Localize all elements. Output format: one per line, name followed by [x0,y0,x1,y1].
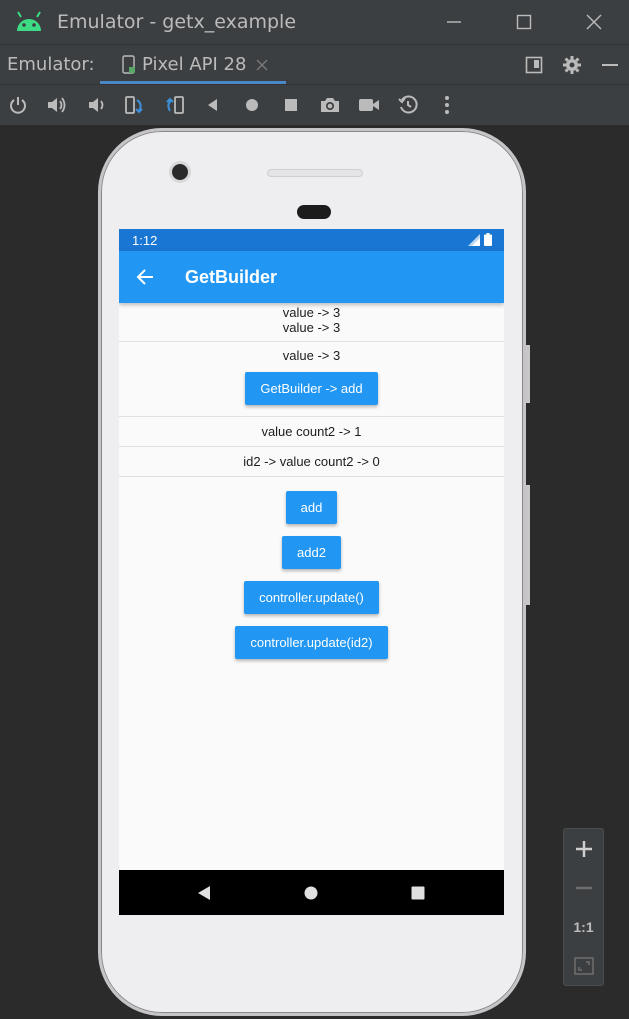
more-icon [444,96,449,114]
page-content: value -> 3 value -> 3 value -> 3 GetBuil… [119,303,504,671]
back-icon [207,99,217,111]
plus-icon [575,840,592,857]
rotate-left-button[interactable] [115,85,154,125]
button-column: add add2 controller.update() controller.… [119,477,504,671]
emulator-label: Emulator: [7,54,95,75]
record-button[interactable] [349,85,388,125]
gear-icon [563,55,581,74]
emulator-tabs-bar: Emulator: Pixel API 28 [0,44,629,84]
hide-panel-button[interactable] [591,45,629,84]
power-icon [9,97,26,114]
nav-overview-icon [411,886,425,900]
status-time: 1:12 [132,232,158,248]
volume-down-button[interactable] [76,85,115,125]
earpiece [297,205,331,219]
rotate-right-button[interactable] [154,85,193,125]
maximize-button[interactable] [489,0,559,44]
app-back-button[interactable] [119,251,173,303]
volume-side-button[interactable] [526,345,530,403]
close-icon [586,14,602,30]
minus-icon [575,886,592,889]
zoom-actual-size-button[interactable]: 1:1 [564,907,603,946]
back-button[interactable] [193,85,232,125]
add-button[interactable]: add [285,491,338,524]
zoom-fit-button[interactable] [564,946,603,985]
window-title: Emulator - getx_example [57,11,297,33]
app-title: GetBuilder [185,266,278,287]
overview-icon [284,99,297,111]
rotate-left-icon [124,96,143,114]
add2-button[interactable]: add2 [282,536,341,569]
app-bar: GetBuilder [119,251,504,303]
window-mode-button[interactable] [515,45,553,84]
window-titlebar: Emulator - getx_example [0,0,629,44]
signal-icon [468,233,480,246]
android-icon [14,9,44,35]
minimize-button[interactable] [419,0,489,44]
zoom-in-button[interactable] [564,829,603,868]
maximize-icon [516,14,532,30]
volume-down-icon [88,98,103,112]
status-bar: 1:12 [119,229,504,251]
zoom-out-button[interactable] [564,868,603,907]
minus-icon [602,63,618,66]
value-section: value -> 3 value -> 3 [119,303,504,342]
value-text-3: value -> 3 [282,348,341,363]
emulator-toolbar [0,84,629,126]
value-text-1: value -> 3 [282,305,341,320]
id2-count2-text: id2 -> value count2 -> 0 [119,447,504,477]
zoom-panel: 1:1 [563,828,604,986]
home-button[interactable] [232,85,271,125]
nav-home-button[interactable] [300,882,322,904]
nav-back-button[interactable] [193,882,215,904]
volume-up-button[interactable] [37,85,76,125]
arrow-back-icon [136,269,153,285]
power-button[interactable] [0,85,37,125]
nav-overview-button[interactable] [407,882,429,904]
home-icon [245,99,258,111]
overview-button[interactable] [271,85,310,125]
volume-up-icon [47,97,65,113]
close-button[interactable] [559,0,629,44]
power-side-button[interactable] [526,485,530,605]
value-text-2: value -> 3 [282,320,341,335]
device-screen: 1:12 GetBuilder value -> 3 value -> 3 va… [119,229,504,915]
fit-screen-icon [573,956,594,975]
system-nav-bar [119,870,504,915]
controller-update-button[interactable]: controller.update() [244,581,379,614]
device-icon [122,54,136,75]
tab-label: Pixel API 28 [142,54,247,75]
snapshot-icon [397,95,418,114]
minimize-icon [447,21,461,23]
nav-home-icon [304,886,318,900]
controller-update-id2-button[interactable]: controller.update(id2) [235,626,388,659]
nav-back-icon [198,886,210,900]
rotate-right-icon [165,96,184,114]
window-mode-icon [525,56,543,73]
camera-icon [320,98,339,112]
tab-close-icon[interactable] [256,59,268,71]
top-speaker [267,169,363,177]
getbuilder-add-button[interactable]: GetBuilder -> add [245,372,378,405]
more-button[interactable] [427,85,466,125]
getbuilder-section: value -> 3 GetBuilder -> add [119,342,504,417]
battery-icon [484,233,492,246]
settings-button[interactable] [553,45,591,84]
front-camera [169,161,191,183]
snapshot-button[interactable] [388,85,427,125]
tab-pixel-api-28[interactable]: Pixel API 28 [100,45,286,84]
count2-text: value count2 -> 1 [119,417,504,447]
video-camera-icon [358,99,379,111]
screenshot-button[interactable] [310,85,349,125]
